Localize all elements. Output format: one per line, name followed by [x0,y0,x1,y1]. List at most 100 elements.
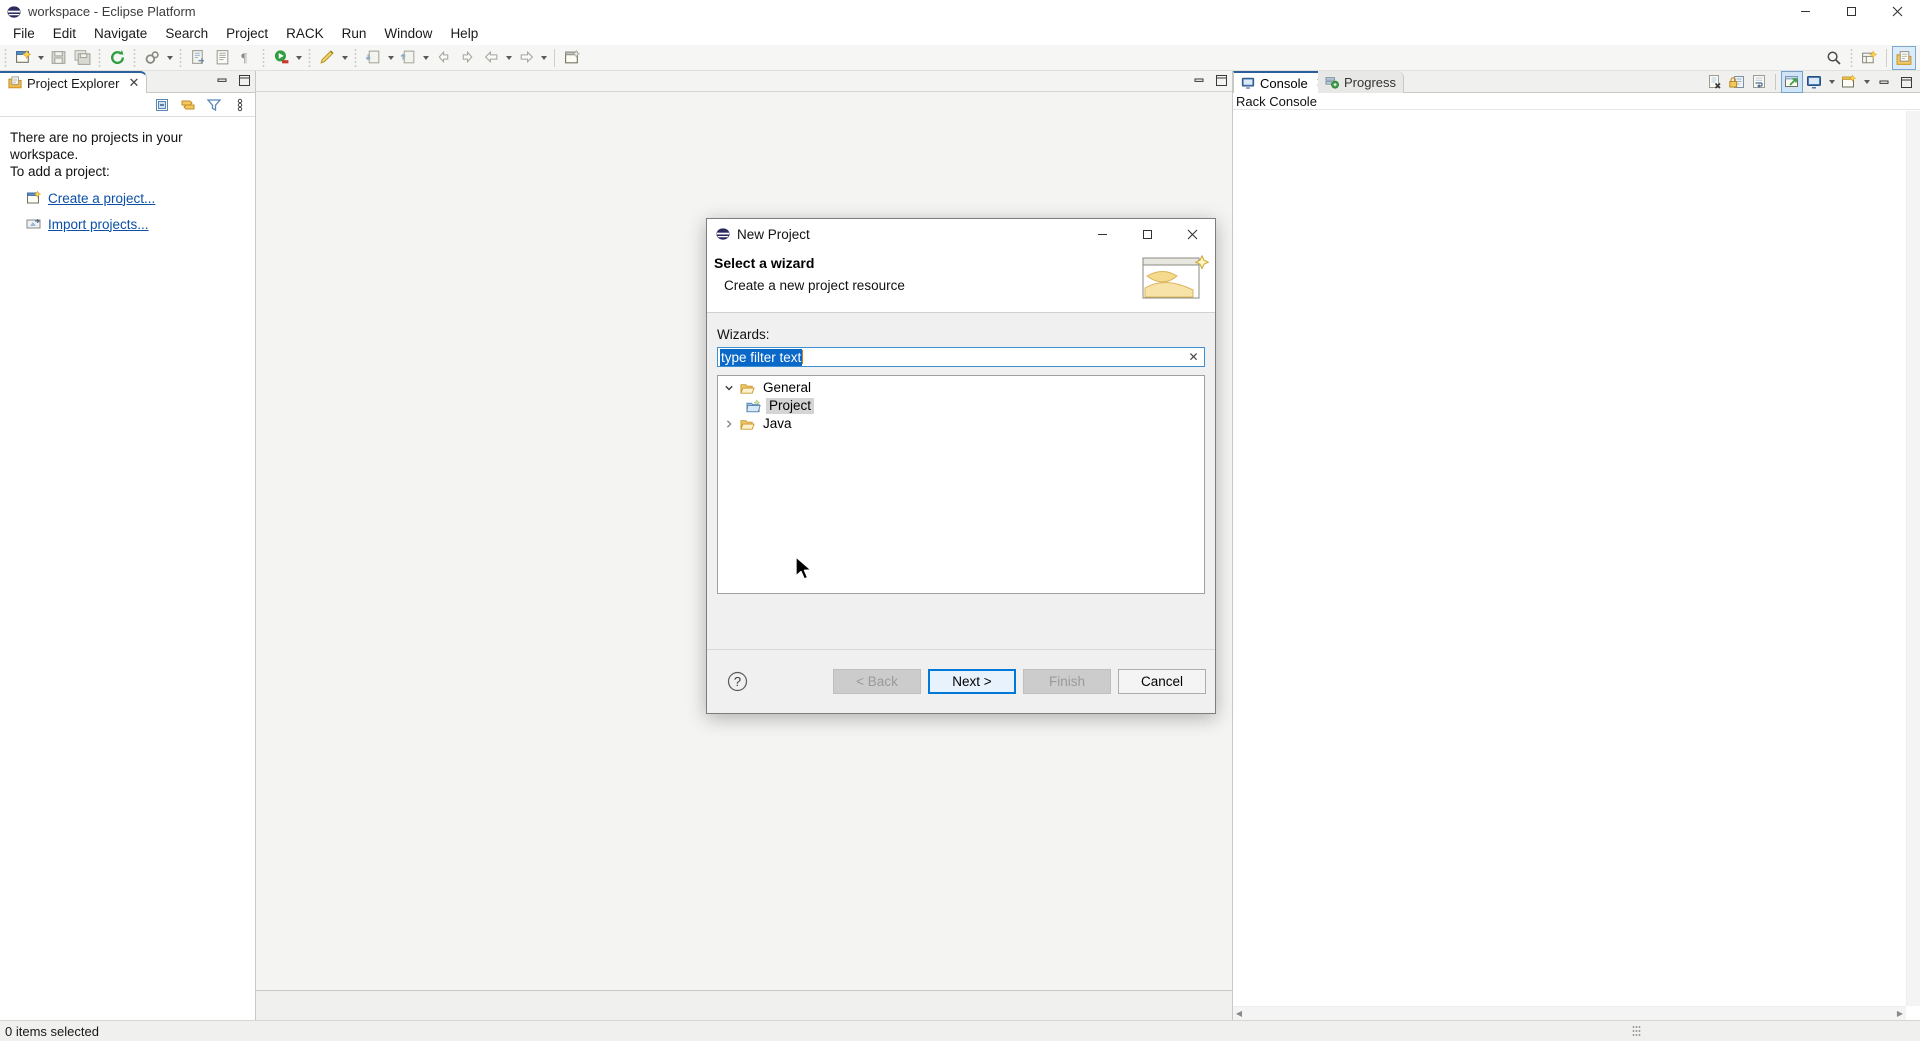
chevron-down-icon[interactable] [720,383,738,393]
close-button[interactable] [1874,0,1920,23]
collapse-all-icon[interactable] [153,96,171,114]
menu-navigate[interactable]: Navigate [85,23,156,45]
tree-node-java[interactable]: Java [720,415,1204,433]
create-project-link[interactable]: Create a project... [48,191,155,206]
menu-edit[interactable]: Edit [44,23,85,45]
minimize-icon[interactable] [1874,72,1894,92]
toolbar-separator [1886,49,1887,67]
filter-input-value: type filter text [720,348,803,366]
view-menu-icon[interactable] [231,96,249,114]
perspective-resource-icon[interactable] [1892,46,1916,70]
toolbar-separator [177,47,184,68]
dialog-body: Wizards: type filter text ✕ General Proj… [707,313,1215,594]
console-output-area[interactable] [1233,111,1906,1006]
open-console-dropdown-icon[interactable] [1861,72,1872,92]
chevron-right-icon[interactable] [720,419,738,429]
menu-rack[interactable]: RACK [277,23,333,45]
previous-annotation-dropdown-icon[interactable] [503,47,514,69]
dialog-header: Select a wizard Create a new project res… [707,249,1215,313]
tab-project-explorer[interactable]: Project Explorer ✕ [0,71,148,93]
create-project-row[interactable]: Create a project... [24,190,245,206]
new-editor-icon[interactable] [561,47,583,69]
show-whitespace-icon[interactable]: ¶ [235,47,257,69]
skip-breakpoints-dropdown-icon[interactable] [385,47,396,69]
pin-console-icon[interactable] [1781,71,1803,93]
console-title: Rack Console [1233,93,1920,110]
menu-run[interactable]: Run [333,23,376,45]
menu-window[interactable]: Window [375,23,441,45]
console-tabrow: Console ✕ Progress [1233,71,1920,93]
dialog-minimize-button[interactable] [1080,219,1125,249]
maximize-icon[interactable] [1215,74,1228,90]
tree-node-project[interactable]: Project [720,397,1204,415]
eclipse-icon [716,227,730,241]
new-wizard-dropdown-icon[interactable] [35,47,46,69]
search-icon[interactable] [1823,47,1845,69]
scroll-left-icon[interactable]: ◀ [1233,1008,1245,1020]
console-vertical-scrollbar[interactable] [1906,111,1920,1006]
minimize-icon[interactable] [216,74,229,90]
run-icon[interactable] [270,47,292,69]
refresh-icon[interactable] [106,47,128,69]
dialog-title-bar: New Project [707,219,1215,249]
dialog-close-button[interactable] [1170,219,1215,249]
wizard-tree[interactable]: General Project Java [717,375,1205,594]
open-console-icon[interactable] [1839,72,1859,92]
link-with-editor-icon[interactable] [179,96,197,114]
toggle-block-selection-icon[interactable] [211,47,233,69]
import-projects-icon [24,216,43,232]
help-question-icon[interactable]: ? [727,671,748,692]
new-perspective-icon[interactable] [1858,47,1880,69]
save-all-icon[interactable] [71,47,93,69]
scroll-right-icon[interactable]: ▶ [1894,1008,1906,1020]
menu-search[interactable]: Search [156,23,217,45]
eclipse-icon [7,5,21,19]
previous-annotation-icon[interactable] [480,47,502,69]
tree-node-general[interactable]: General [720,379,1204,397]
run-dropdown-icon[interactable] [293,47,304,69]
maximize-button[interactable] [1828,0,1874,23]
cancel-button[interactable]: Cancel [1118,669,1206,694]
import-projects-link[interactable]: Import projects... [48,217,149,232]
open-resource-dropdown-icon[interactable] [420,47,431,69]
menu-file[interactable]: File [4,23,44,45]
word-wrap-icon[interactable] [1749,72,1769,92]
clear-filter-icon[interactable]: ✕ [1187,350,1200,364]
build-dropdown-icon[interactable] [164,47,175,69]
next-annotation-dropdown-icon[interactable] [538,47,549,69]
menu-project[interactable]: Project [217,23,277,45]
open-type-icon[interactable] [187,47,209,69]
back-nav-icon[interactable] [432,47,454,69]
minimize-icon[interactable] [1193,74,1206,90]
close-icon[interactable]: ✕ [127,75,140,90]
back-button[interactable]: < Back [833,669,921,694]
project-explorer-toolbar [0,93,255,117]
scroll-lock-icon[interactable] [1727,72,1747,92]
external-tools-dropdown-icon[interactable] [339,47,350,69]
new-project-icon [24,190,43,206]
external-tools-icon[interactable] [316,47,338,69]
tab-progress[interactable]: Progress [1318,71,1405,93]
display-selected-console-icon[interactable] [1804,72,1824,92]
import-projects-row[interactable]: Import projects... [24,216,245,232]
menu-help[interactable]: Help [441,23,487,45]
open-resource-icon[interactable] [397,47,419,69]
maximize-icon[interactable] [1896,72,1916,92]
status-bar: 0 items selected [0,1020,1920,1041]
dialog-maximize-button[interactable] [1125,219,1170,249]
build-gears-icon[interactable] [141,47,163,69]
skip-breakpoints-icon[interactable] [362,47,384,69]
maximize-icon[interactable] [238,74,251,90]
view-filter-icon[interactable] [205,96,223,114]
console-horizontal-scrollbar[interactable]: ◀ ▶ [1233,1006,1906,1020]
minimize-button[interactable] [1782,0,1828,23]
next-button[interactable]: Next > [928,669,1016,694]
wizard-filter-input[interactable]: type filter text ✕ [717,347,1205,367]
clear-console-icon[interactable] [1705,72,1725,92]
next-annotation-icon[interactable] [515,47,537,69]
finish-button[interactable]: Finish [1023,669,1111,694]
display-selected-console-dropdown-icon[interactable] [1826,72,1837,92]
new-wizard-icon[interactable] [12,47,34,69]
save-icon[interactable] [47,47,69,69]
forward-nav-icon[interactable] [456,47,478,69]
